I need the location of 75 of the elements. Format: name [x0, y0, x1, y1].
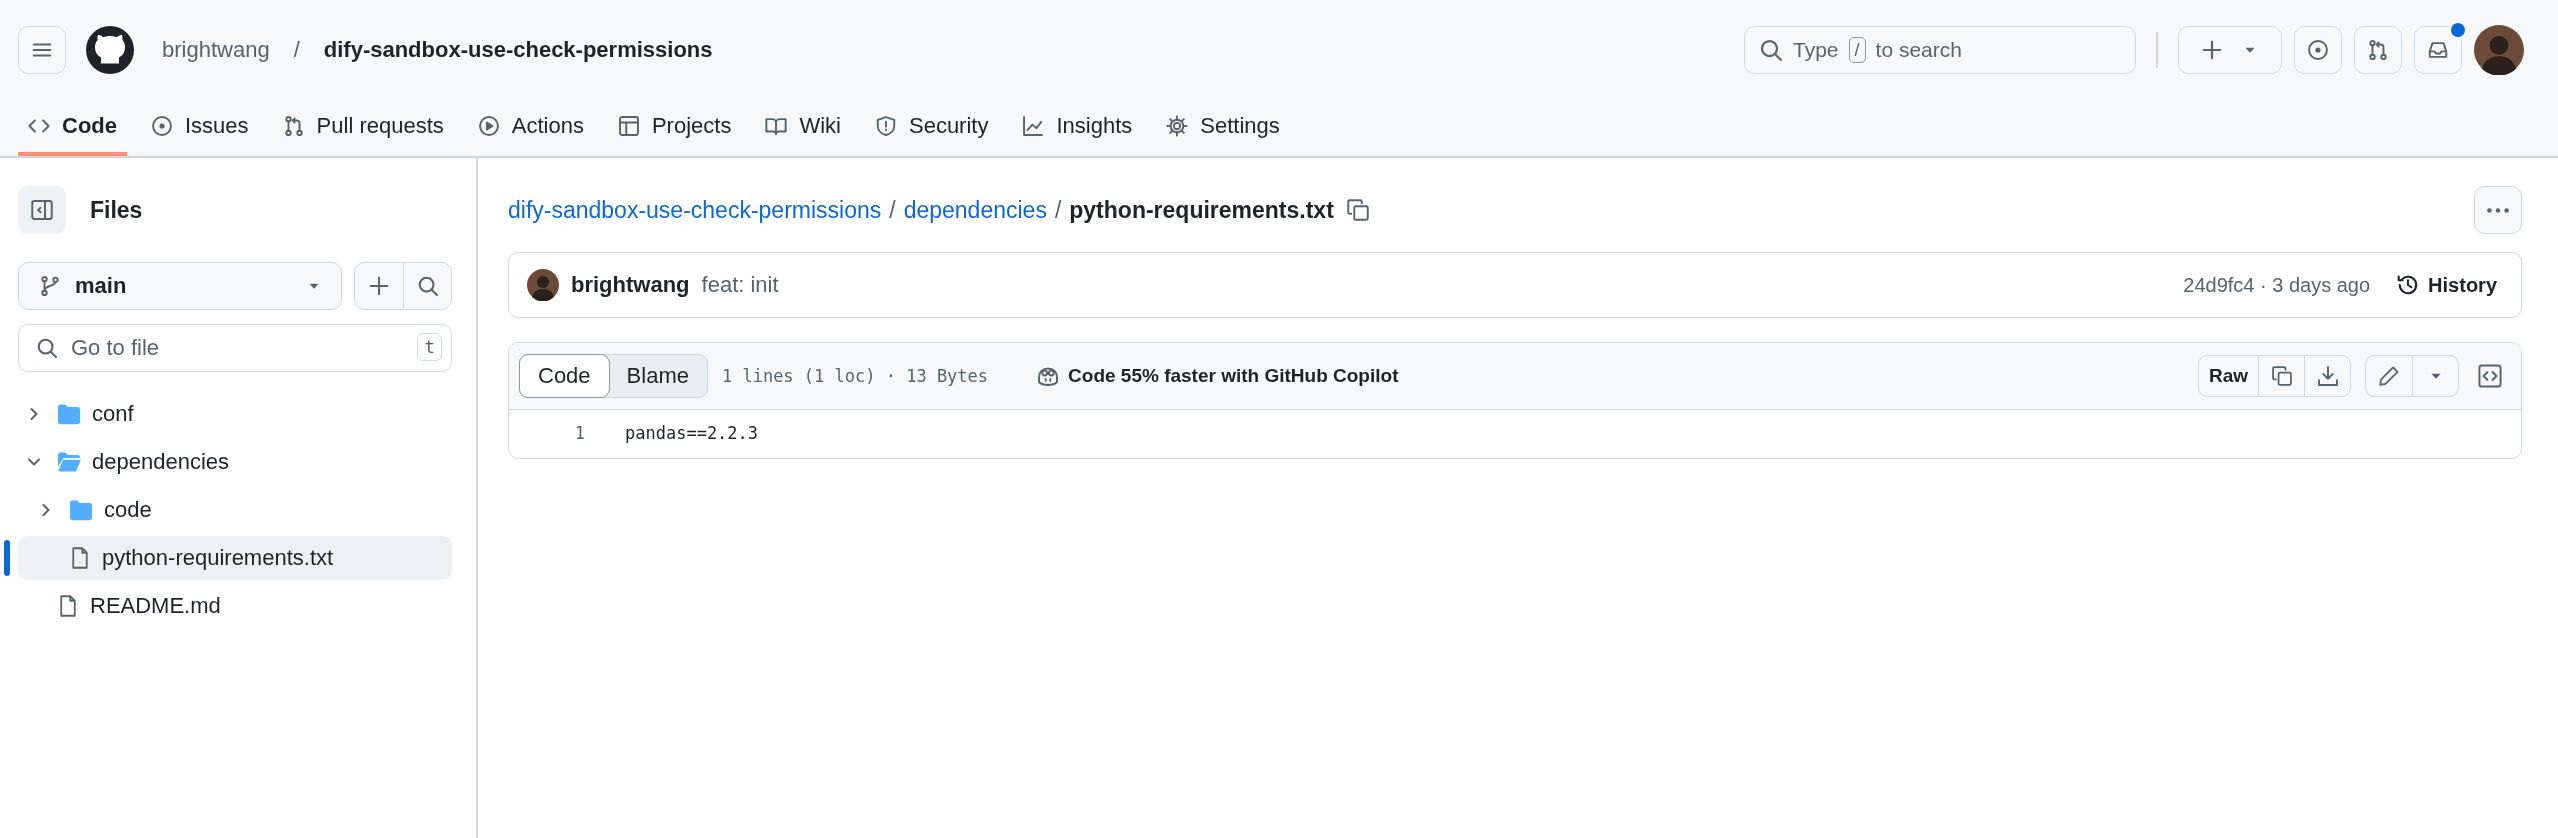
file-name: code	[104, 497, 152, 523]
branch-icon	[39, 275, 61, 297]
file-stats: 1 lines (1 loc) · 13 Bytes	[721, 366, 989, 386]
commit-author[interactable]: brightwang	[571, 272, 690, 298]
folder-icon	[56, 403, 82, 425]
download-icon	[2316, 365, 2339, 387]
avatar[interactable]	[2474, 25, 2524, 75]
copilot-link[interactable]: Code 55% faster with GitHub Copilot	[1036, 364, 1399, 388]
nav-tab[interactable]: Insights	[1012, 100, 1143, 156]
collapse-sidebar-button[interactable]	[18, 186, 66, 234]
nav-tab[interactable]: Code	[18, 100, 127, 156]
shortcut-key: t	[417, 333, 442, 361]
nav-tab[interactable]: Projects	[607, 100, 742, 156]
copy-icon	[1345, 198, 1370, 222]
search-field[interactable]: Type / to search	[1744, 26, 2136, 74]
logo-icon[interactable]	[86, 26, 134, 74]
tree-item[interactable]: python-requirements.txt	[18, 536, 452, 580]
pull-requests-button[interactable]	[2354, 26, 2402, 74]
file-name: conf	[92, 401, 134, 427]
book-icon	[765, 115, 788, 137]
nav-tab[interactable]: Issues	[141, 100, 259, 156]
repo-link[interactable]: dify-sandbox-use-check-permissions	[323, 37, 713, 63]
shield-icon	[874, 115, 897, 137]
inbox-icon	[2427, 39, 2449, 61]
sidebar-icon	[30, 198, 54, 222]
nav-tab[interactable]: Actions	[467, 100, 594, 156]
graph-icon	[1022, 115, 1045, 137]
commit-message[interactable]: feat: init	[701, 272, 2172, 298]
path-separator: /	[889, 196, 896, 224]
commit-info[interactable]: 24d9fc4 · 3 days ago	[2183, 273, 2371, 297]
avatar[interactable]	[527, 269, 559, 301]
breadcrumb-link[interactable]: dependencies	[903, 196, 1047, 224]
folder-icon	[68, 499, 94, 521]
selection-indicator	[4, 540, 10, 576]
settings-icon	[1166, 115, 1189, 137]
pull-request-icon	[2367, 39, 2389, 61]
plus-icon	[368, 274, 390, 297]
breadcrumb-link[interactable]: dify-sandbox-use-check-permissions	[508, 196, 882, 224]
tree-item[interactable]: conf	[18, 392, 452, 436]
table-icon	[617, 115, 640, 137]
owner-link[interactable]: brightwang	[162, 37, 270, 63]
path-separator: /	[1054, 196, 1062, 224]
file-title: python-requirements.txt	[1069, 196, 1334, 224]
path-separator: /	[293, 37, 300, 63]
nav-tab[interactable]: Wiki	[755, 100, 851, 156]
file-name: dependencies	[92, 449, 229, 475]
search-icon	[416, 274, 439, 297]
tree-item[interactable]: code	[18, 488, 452, 532]
history-button[interactable]: History	[2396, 273, 2497, 297]
branch-dropdown[interactable]: main	[18, 262, 342, 310]
sidebar-title: Files	[90, 196, 143, 224]
play-icon	[477, 115, 500, 137]
line-number: 1	[573, 422, 585, 445]
file-name: README.md	[90, 593, 221, 619]
symbols-icon	[2477, 363, 2503, 389]
nav-tab[interactable]: Settings	[1156, 100, 1290, 156]
tree-item[interactable]: dependencies	[18, 440, 452, 484]
open-folder-icon	[56, 451, 82, 473]
view-tab[interactable]: Code	[520, 355, 609, 397]
pull-request-icon	[282, 115, 305, 137]
nav-tab[interactable]: Pull requests	[272, 100, 454, 156]
issue-icon	[151, 115, 173, 137]
nav-tab[interactable]: Security	[864, 100, 999, 156]
menu-button[interactable]	[18, 26, 66, 74]
tree-item[interactable]: README.md	[18, 584, 452, 628]
search-icon	[1759, 38, 1783, 62]
code-line: pandas==2.2.3	[625, 422, 759, 445]
copy-icon	[2270, 365, 2293, 387]
plus-icon	[2201, 39, 2223, 61]
pencil-icon	[2378, 365, 2400, 387]
view-tab[interactable]: Blame	[608, 355, 707, 397]
more-icon	[2487, 207, 2509, 213]
issues-button[interactable]	[2294, 26, 2342, 74]
file-name: python-requirements.txt	[102, 545, 334, 571]
issue-icon	[2307, 39, 2329, 61]
